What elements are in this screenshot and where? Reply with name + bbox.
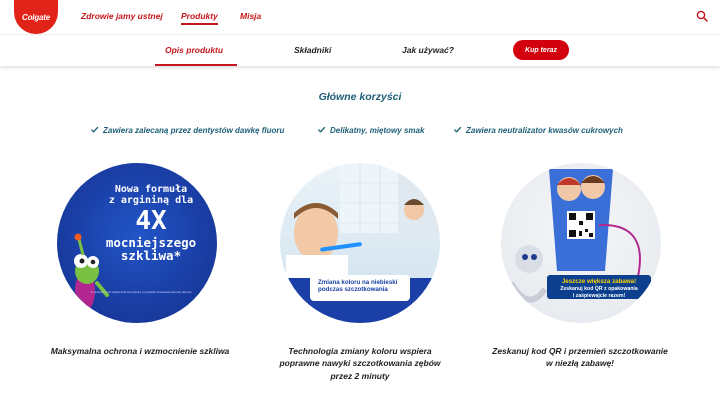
promo-line: szkliwa*: [120, 248, 182, 264]
product-subnav: Opis produktu Składniki Jak używać? Kup …: [0, 34, 720, 66]
benefit-item: Delikatny, miętowy smak: [317, 125, 424, 135]
caption-line: poprawne nawyki szczotkowania zębów: [279, 358, 441, 369]
tab-ingredients[interactable]: Składniki: [294, 45, 331, 55]
bathroom-scene-illustration: [280, 163, 440, 323]
checkmark-icon: [317, 126, 326, 133]
logo-text: Colgate: [22, 12, 50, 22]
search-icon[interactable]: [696, 10, 708, 22]
checkmark-icon: [90, 126, 99, 133]
colgate-logo[interactable]: Colgate: [14, 0, 58, 34]
nav-link-products[interactable]: Produkty: [181, 11, 218, 25]
qr-cup-image: Jeszcze większa zabawa! Zeskanuj kod QR …: [501, 163, 661, 323]
feature-caption: Technologia zmiany koloru wspiera popraw…: [262, 345, 458, 382]
child-brushing-image: Zmiana koloru na niebieski podczas szczo…: [280, 163, 440, 323]
fun-callout-title: Jeszcze większa zabawa!: [561, 278, 637, 285]
nav-link-oral-health[interactable]: Zdrowie jamy ustnej: [81, 11, 163, 21]
benefit-text: Zawiera neutralizator kwasów cukrowych: [466, 126, 623, 135]
benefit-item: Zawiera zalecaną przez dentystów dawkę f…: [90, 125, 284, 135]
caption-line: przez 2 minuty: [330, 370, 390, 381]
promo-arginine-image: Nowa formuła z argininą dla 4X mocniejsz…: [57, 163, 217, 323]
nav-link-mission[interactable]: Misja: [240, 11, 261, 21]
promo-line: z argininą dla: [108, 194, 194, 206]
fun-callout-line: i zaśpiewajcie razem!: [572, 292, 626, 299]
promo-footnote: *w porównaniu do Colgate Kids bez argini…: [90, 291, 192, 294]
promo-multiplier: 4X: [135, 206, 167, 236]
feature-caption: Maksymalna ochrona i wzmocnienie szkliwa: [50, 346, 230, 356]
buy-now-button[interactable]: Kup teraz: [513, 40, 569, 60]
feature-caption: Zeskanuj kod QR i przemień szczotkowanie…: [480, 345, 680, 370]
caption-line: Zeskanuj kod QR i przemień szczotkowanie: [492, 346, 668, 356]
section-title: Główne korzyści: [318, 91, 402, 103]
tab-how-to-use[interactable]: Jak używać?: [402, 45, 454, 55]
benefit-text: Delikatny, miętowy smak: [330, 126, 425, 135]
caption-line: Technologia zmiany koloru wspiera: [288, 346, 432, 356]
fun-callout: Jeszcze większa zabawa! Zeskanuj kod QR …: [547, 275, 651, 299]
promo-headline: Nowa formuła z argininą dla 4X mocniejsz…: [97, 184, 205, 264]
tab-product-description[interactable]: Opis produktu: [165, 45, 223, 55]
benefit-item: Zawiera neutralizator kwasów cukrowych: [453, 125, 623, 135]
checkmark-icon: [453, 126, 462, 133]
promo-line: Nowa formuła: [114, 184, 188, 195]
caption-line: w niezłą zabawę!: [545, 358, 615, 369]
color-change-badge: Zmiana koloru na niebieski podczas szczo…: [318, 279, 398, 294]
top-navigation: Colgate Zdrowie jamy ustnej Produkty Mis…: [0, 0, 720, 34]
fun-callout-line: Zeskanuj kod QR z opakowania: [560, 286, 638, 293]
benefit-text: Zawiera zalecaną przez dentystów dawkę f…: [103, 126, 285, 135]
active-tab-indicator: [155, 64, 237, 66]
